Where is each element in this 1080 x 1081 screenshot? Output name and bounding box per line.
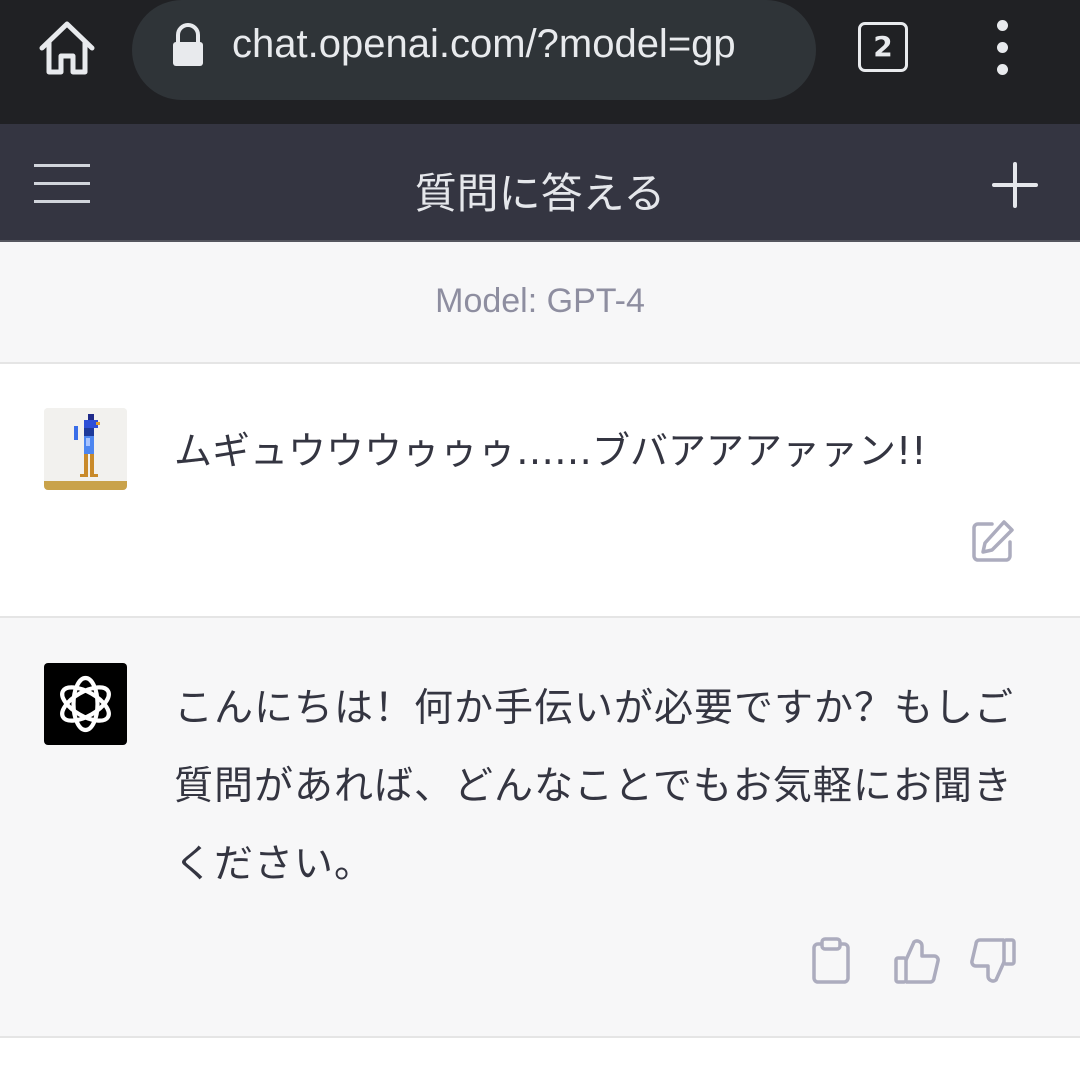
assistant-avatar [44,663,127,745]
more-vert-icon[interactable] [990,20,1014,76]
app-header: 質問に答える [0,124,1080,242]
lock-icon [173,23,203,66]
assistant-message: こんにちは！何か手伝いが必要ですか？もしご質問があれば、どんなことでもお気軽にお… [0,618,1080,1038]
plus-icon[interactable] [990,160,1040,210]
model-label: Model: GPT-4 [435,282,645,320]
model-banner: Model: GPT-4 [0,242,1080,364]
thumbs-up-icon[interactable] [892,936,942,986]
user-message-text: ムギュウウウゥゥゥ……ブバアアアァァン!! [174,429,927,473]
user-avatar [44,408,127,490]
browser-toolbar: chat.openai.com/?model=gp 2 [0,0,1080,124]
edit-icon[interactable] [970,518,1016,564]
clipboard-icon[interactable] [806,936,856,986]
home-icon[interactable] [36,18,98,78]
conversation-title: 質問に答える [414,169,666,218]
thumbs-down-icon[interactable] [968,936,1018,986]
assistant-message-text: こんにちは！何か手伝いが必要ですか？もしご質問があれば、どんなことでもお気軽にお… [174,686,1015,887]
url-text[interactable]: chat.openai.com/?model=gp [232,22,736,67]
address-bar[interactable]: chat.openai.com/?model=gp [132,0,816,100]
pixel-bird-avatar [44,408,127,490]
openai-logo-icon [60,675,111,733]
user-message: ムギュウウウゥゥゥ……ブバアアアァァン!! [0,364,1080,618]
tabs-button[interactable]: 2 [858,22,908,72]
